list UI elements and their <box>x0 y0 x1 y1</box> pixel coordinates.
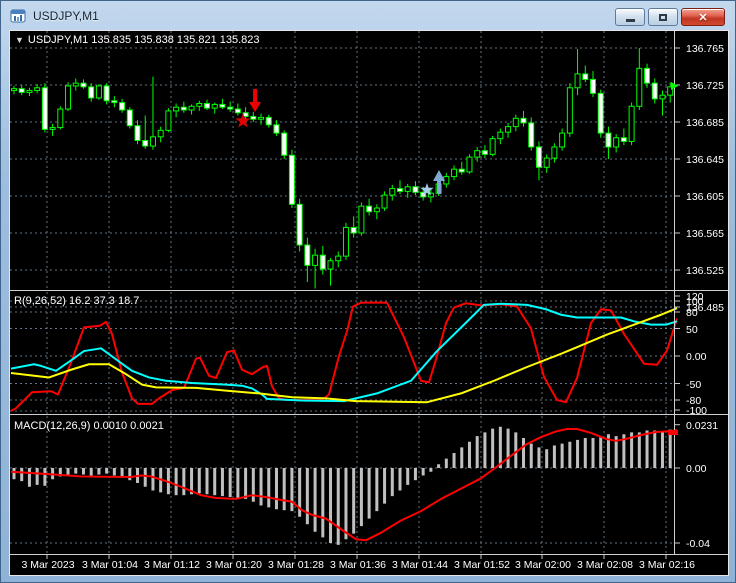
mt4-chart-window: USDJPY,M1 ✕ ▼ USDJPY,M1 135.835 135.838 1… <box>0 0 736 583</box>
restore-button[interactable] <box>648 8 678 26</box>
minimize-icon <box>625 19 635 22</box>
restore-icon <box>659 13 667 21</box>
minimize-button[interactable] <box>615 8 645 26</box>
close-button[interactable]: ✕ <box>681 8 725 26</box>
macd-current-tag-icon <box>668 430 678 435</box>
title-bar[interactable]: USDJPY,M1 ✕ <box>1 1 735 30</box>
chart-client-area: ▼ USDJPY,M1 135.835 135.838 135.821 135.8… <box>9 30 729 576</box>
window-controls: ✕ <box>615 8 725 26</box>
window-title: USDJPY,M1 <box>33 8 99 23</box>
chart-canvas[interactable] <box>10 31 728 575</box>
chart-window-icon <box>10 8 26 24</box>
